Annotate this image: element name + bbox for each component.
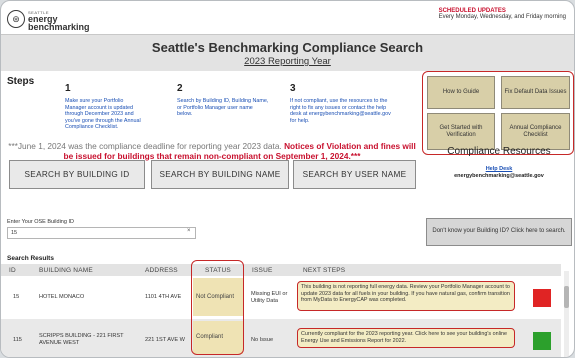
step-number: 3	[290, 83, 296, 94]
step-text: Search by Building ID, Building Name, or…	[177, 98, 269, 117]
get-started-verification-button[interactable]: Get Started with Verification	[427, 113, 495, 150]
row-address: 221 1ST AVE W	[145, 337, 185, 343]
row-id: 15	[13, 294, 20, 300]
seattle-seal-icon: ⊛	[7, 10, 25, 28]
steps-label: Steps	[7, 76, 35, 87]
step-text: If not compliant, use the resources to t…	[290, 98, 391, 124]
row-next-steps[interactable]: Currently compliant for the 2023 reporti…	[297, 328, 515, 348]
ose-building-id-label: Enter Your OSE Building ID	[7, 219, 74, 225]
row-address: 1101 4TH AVE	[145, 294, 182, 300]
column-header-next-steps: NEXT STEPS	[303, 267, 346, 274]
search-by-user-name-button[interactable]: SEARCH BY USER NAME	[293, 160, 416, 189]
column-header-building-name: BUILDING NAME	[39, 267, 93, 274]
status-color-indicator	[533, 289, 551, 307]
app-window: ⊛ SEATTLE energy benchmarking SCHEDULED …	[0, 0, 575, 358]
search-by-building-id-button[interactable]: SEARCH BY BUILDING ID	[9, 160, 145, 189]
how-to-guide-button[interactable]: How to Guide	[427, 76, 495, 109]
column-header-address: ADDRESS	[145, 267, 178, 274]
row-id: 115	[13, 337, 22, 343]
column-header-id: ID	[9, 267, 16, 274]
clear-input-icon[interactable]: ×	[187, 228, 191, 234]
annual-compliance-checklist-button[interactable]: Annual Compliance Checklist	[501, 113, 570, 150]
scheduled-updates: SCHEDULED UPDATES Every Monday, Wednesda…	[439, 8, 566, 20]
deadline-notice: ***June 1, 2024 was the compliance deadl…	[7, 141, 417, 161]
reporting-year-subtitle[interactable]: 2023 Reporting Year	[1, 56, 574, 67]
status-color-indicator	[533, 332, 551, 350]
column-header-issue: ISSUE	[252, 267, 273, 274]
results-scrollbar[interactable]	[564, 271, 569, 357]
compliance-resources-title: Compliance Resources	[447, 146, 551, 157]
step-2: 2 Search by Building ID, Building Name, …	[177, 83, 269, 118]
step-number: 1	[65, 83, 71, 94]
search-by-building-name-button[interactable]: SEARCH BY BUILDING NAME	[151, 160, 289, 189]
row-issue: Missing EUI or Utility Data	[251, 291, 288, 304]
status-column-highlight	[191, 260, 244, 355]
step-text: Make sure your Portfolio Manager account…	[65, 98, 141, 130]
title-band: Seattle's Benchmarking Compliance Search…	[1, 35, 574, 71]
step-3: 3 If not compliant, use the resources to…	[290, 83, 398, 124]
row-building-name: HOTEL MONACO	[39, 294, 85, 300]
energy-benchmarking-logo[interactable]: ⊛ SEATTLE energy benchmarking	[7, 7, 90, 32]
page-title: Seattle's Benchmarking Compliance Search	[151, 40, 424, 55]
logo-line-2: benchmarking	[28, 22, 90, 32]
row-issue: No Issue	[251, 337, 274, 343]
scheduled-updates-subtitle: Every Monday, Wednesday, and Friday morn…	[438, 14, 566, 20]
row-next-steps[interactable]: This building is not reporting full ener…	[297, 281, 515, 311]
search-results-label: Search Results	[7, 255, 54, 262]
step-1: 1 Make sure your Portfolio Manager accou…	[65, 83, 141, 131]
results-scrollbar-thumb[interactable]	[564, 286, 569, 308]
ose-building-id-input[interactable]: 15	[7, 227, 196, 239]
top-header: ⊛ SEATTLE energy benchmarking SCHEDULED …	[1, 1, 574, 35]
help-desk-link[interactable]: Help Desk	[486, 166, 513, 172]
find-building-id-button[interactable]: Don't know your Building ID? Click here …	[426, 218, 572, 246]
help-desk: Help Desk energybenchmarking@seattle.gov	[431, 166, 567, 180]
deadline-notice-text: ***June 1, 2024 was the compliance deadl…	[8, 141, 282, 151]
step-number: 2	[177, 83, 183, 94]
help-desk-email[interactable]: energybenchmarking@seattle.gov	[454, 173, 544, 179]
row-building-name: SCRIPPS BUILDING - 221 FIRST AVENUE WEST	[39, 333, 124, 346]
fix-default-data-issues-button[interactable]: Fix Default Data Issues	[501, 76, 570, 109]
